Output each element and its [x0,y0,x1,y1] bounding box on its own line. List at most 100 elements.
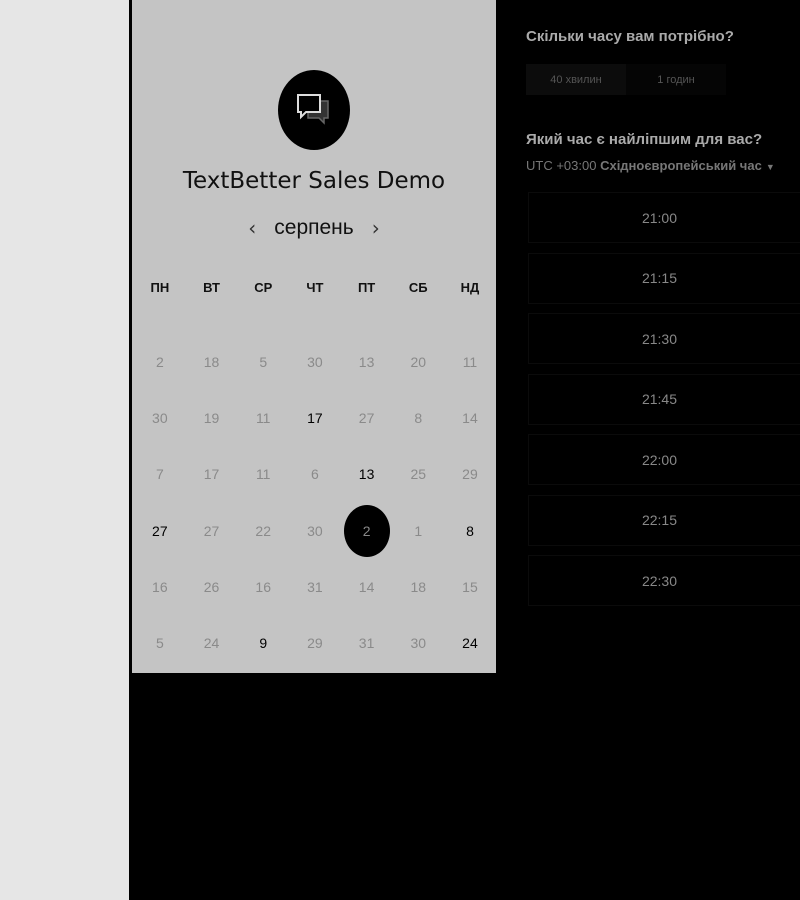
calendar-day: 5 [134,615,186,671]
calendar-day-label: 14 [358,578,375,595]
duration-option-40-min[interactable]: 40 хвилин [526,64,626,95]
calendar-day: 16 [237,559,289,615]
event-title: TextBetter Sales Demo [182,168,446,194]
calendar-day: 20 [392,334,444,390]
time-slot[interactable]: 22:15 [528,494,800,546]
calendar-day: 17 [186,446,238,502]
duration-option-1-hour[interactable]: 1 годин [626,64,726,95]
weekday-wed: СР [254,280,273,295]
calendar-day: 8 [392,390,444,446]
calendar-day-label: 15 [462,578,478,595]
calendar-day-label: 30 [410,635,427,652]
weekday-tue: ВТ [203,280,220,295]
weekday-thu: ЧТ [306,280,324,295]
calendar-day-label: 1 [414,522,423,539]
time-slot[interactable]: 21:15 [528,252,800,304]
calendar-day: 6 [289,446,341,502]
duration-selector: 40 хвилин 1 годин [526,64,726,95]
calendar-day: 24 [186,615,238,671]
calendar-day-label: 6 [311,466,319,483]
time-slot[interactable]: 22:00 [528,434,800,485]
calendar-day: 11 [237,390,289,446]
calendar-day-label: 24 [203,635,220,652]
time-slot[interactable]: 22:30 [528,555,800,606]
time-slot[interactable]: 21:00 [528,192,800,243]
calendar-day-label: 24 [462,635,478,652]
month-label: серпень [274,216,354,239]
calendar-day: 29 [444,446,496,502]
calendar-day: 18 [186,334,238,390]
calendar-day: 16 [134,559,186,615]
calendar-day: 13 [341,334,393,390]
calendar-day-label: 26 [203,578,220,595]
calendar-day-selected[interactable]: 2 [341,503,393,559]
calendar-day: 14 [444,390,496,446]
calendar-day: 14 [341,559,393,615]
month-navigation: ‹ серпень › [132,216,496,240]
caret-down-icon: ▼ [765,162,775,172]
calendar-day-label: 17 [203,466,220,483]
calendar-day-label: 20 [410,354,427,371]
time-heading: Який час є найліпшим для вас? [526,131,763,148]
calendar-day[interactable]: 13 [341,446,393,502]
left-strip [0,0,129,900]
weekday-fri: ПТ [357,280,376,295]
calendar-day-label: 8 [466,522,474,539]
time-slot-list: 21:00 21:15 21:30 21:45 22:00 22:15 22:3… [528,192,800,616]
event-logo [278,70,350,150]
weekday-sat: СБ [408,280,428,295]
calendar-day-label: 2 [343,504,390,557]
calendar-day-label: 31 [307,578,323,595]
calendar-days-grid: 2 18 5 30 13 20 11 30 19 11 17 27 8 14 7 17 11 6 13 25 29 27 2… [134,334,496,671]
calendar-day: 30 [289,503,341,559]
calendar-day: 11 [444,334,496,390]
calendar-day: 30 [392,615,444,671]
calendar-day-label: 11 [462,354,478,371]
calendar-day: 31 [341,615,393,671]
calendar-day-label: 22 [255,522,271,539]
duration-heading: Скільки часу вам потрібно? [526,28,734,45]
timezone-offset: UTC +03:00 [526,158,597,173]
calendar-day-label: 14 [462,410,478,427]
weekday-sun: НД [460,280,480,295]
calendar-day: 18 [392,559,444,615]
calendar-day-label: 11 [255,410,271,427]
calendar-day-label: 29 [462,466,478,483]
calendar-day: 30 [289,334,341,390]
calendar-day-label: 30 [152,410,168,427]
calendar-day[interactable]: 17 [289,390,341,446]
calendar-day-label: 31 [358,635,375,652]
calendar-day-label: 29 [307,635,323,652]
calendar-day-label: 27 [203,522,220,539]
calendar-panel: TextBetter Sales Demo ‹ серпень › ПН ВТ … [132,0,496,673]
calendar-day[interactable]: 8 [444,503,496,559]
calendar-day: 29 [289,615,341,671]
calendar-day-label: 5 [259,354,268,371]
calendar-day[interactable]: 27 [134,503,186,559]
calendar-day: 2 [134,334,186,390]
booking-panel: Скільки часу вам потрібно? 40 хвилин 1 г… [526,0,800,673]
calendar-day-label: 5 [155,635,164,652]
calendar-day[interactable]: 24 [444,615,496,671]
calendar-day: 7 [134,446,186,502]
calendar-day: 25 [392,446,444,502]
calendar-day-label: 13 [358,354,375,371]
time-slot[interactable]: 21:45 [528,373,800,425]
calendar-day: 31 [289,559,341,615]
calendar-day-label: 16 [152,578,168,595]
calendar-day-label: 18 [410,578,427,595]
chevron-right-icon[interactable]: › [368,216,384,240]
timezone-selector[interactable]: UTC +03:00 Східноєвропейський час ▼ [526,158,775,173]
calendar-day-label: 7 [155,466,164,483]
weekday-header: ПН ВТ СР ЧТ ПТ СБ НД [134,280,496,295]
time-slot[interactable]: 21:30 [528,313,800,364]
chevron-left-icon[interactable]: ‹ [244,216,260,240]
calendar-day-label: 16 [255,578,271,595]
calendar-day-label: 18 [203,354,220,371]
calendar-day-label: 27 [152,522,168,539]
calendar-day-label: 25 [410,466,427,483]
calendar-day: 19 [186,390,238,446]
calendar-day-label: 30 [307,354,323,371]
calendar-day[interactable]: 9 [237,615,289,671]
calendar-day: 15 [444,559,496,615]
